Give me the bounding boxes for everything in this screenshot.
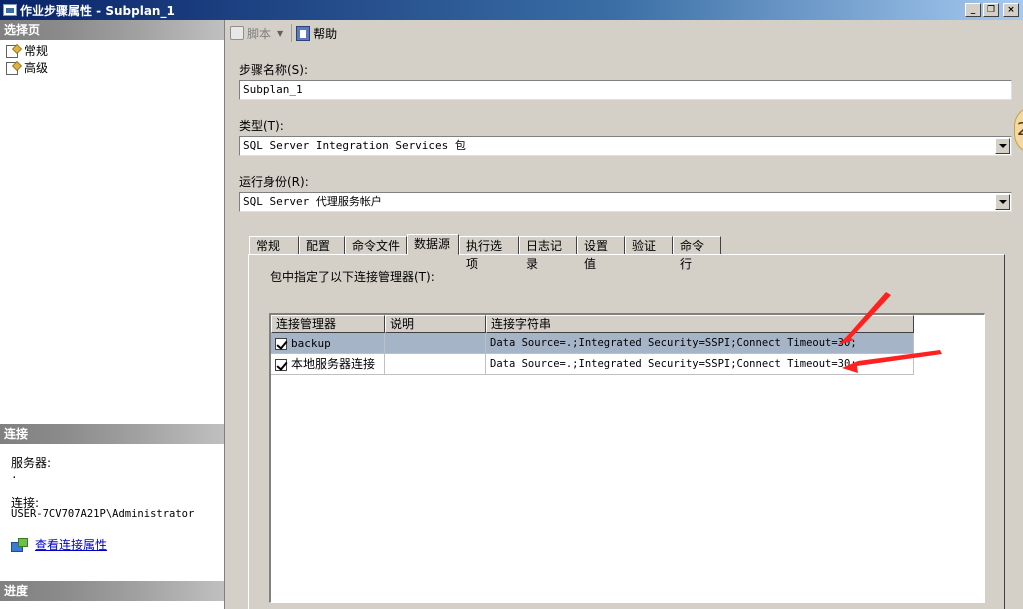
tab-logging[interactable]: 日志记录 [519, 236, 577, 271]
view-connection-link[interactable]: 查看连接属性 [35, 536, 107, 553]
tab-execution-options[interactable]: 执行选项 [459, 236, 519, 271]
edge-badge: 2 [1014, 106, 1023, 154]
tab-verification[interactable]: 验证 [625, 236, 673, 255]
type-select[interactable]: SQL Server Integration Services 包 [239, 136, 1012, 156]
description-cell[interactable] [385, 354, 486, 375]
select-page-header: 选择页 [0, 20, 224, 40]
tab-general[interactable]: 常规 [249, 236, 299, 255]
page-icon [6, 61, 20, 75]
view-connection-properties[interactable]: 查看连接属性 [11, 536, 107, 553]
connection-managers-label: 包中指定了以下连接管理器(T): [270, 270, 435, 284]
help-icon [296, 25, 311, 41]
run-as-select[interactable]: SQL Server 代理服务帐户 [239, 192, 1012, 212]
run-as-select-value: SQL Server 代理服务帐户 [243, 195, 382, 208]
row-checkbox[interactable] [275, 358, 287, 371]
column-header-connection-manager[interactable]: 连接管理器 [271, 315, 385, 333]
page-icon [6, 44, 20, 58]
tab-set-values[interactable]: 设置值 [577, 236, 625, 271]
tab-configuration[interactable]: 配置 [299, 236, 345, 255]
server-value: . [11, 468, 18, 481]
tab-command-line[interactable]: 命令行 [673, 236, 721, 271]
connection-managers-grid[interactable]: 连接管理器 说明 连接字符串 backup Data Source=.;Inte… [269, 313, 985, 603]
type-dropdown-icon[interactable] [995, 138, 1010, 154]
app-icon [3, 4, 17, 16]
run-as-dropdown-icon[interactable] [995, 194, 1010, 210]
toolbar: 脚本 ▼ 帮助 [226, 20, 1023, 46]
window-controls: _ ❐ × [965, 3, 1019, 17]
table-row[interactable]: backup Data Source=.;Integrated Security… [271, 333, 914, 354]
tab-data-sources[interactable]: 数据源 [407, 234, 459, 255]
data-sources-panel: 包中指定了以下连接管理器(T): 连接管理器 说明 连接字符串 backup D… [248, 254, 1005, 609]
help-button[interactable]: 帮助 [296, 25, 337, 42]
type-label: 类型(T): [239, 119, 284, 133]
script-button[interactable]: 脚本 [230, 25, 271, 42]
column-header-description[interactable]: 说明 [385, 315, 486, 333]
row-checkbox[interactable] [275, 337, 287, 350]
help-label: 帮助 [313, 26, 338, 41]
title-bar: 作业步骤属性 - Subplan_1 _ ❐ × [0, 0, 1023, 20]
right-panel: 脚本 ▼ 帮助 步骤名称(S): Subplan_1 类型(T): SQL Se… [226, 20, 1023, 609]
connection-manager-cell: 本地服务器连接 [271, 354, 385, 375]
page-item-label: 高级 [24, 60, 49, 75]
type-select-value: SQL Server Integration Services 包 [243, 139, 466, 152]
connection-string-cell[interactable]: Data Source=.;Integrated Security=SSPI;C… [486, 333, 914, 354]
close-button[interactable]: × [1003, 3, 1019, 17]
grid-header: 连接管理器 说明 连接字符串 [271, 315, 914, 333]
left-panel: 选择页 常规 高级 连接 服务器: . 连接: USER-7CV707A21P\… [0, 20, 225, 609]
progress-header: 进度 [0, 581, 224, 601]
run-as-label: 运行身份(R): [239, 175, 309, 189]
connection-string-cell[interactable]: Data Source=.;Integrated Security=SSPI;C… [486, 354, 914, 375]
minimize-button[interactable]: _ [965, 3, 981, 17]
window-title: 作业步骤属性 - Subplan_1 [20, 3, 175, 18]
page-item-label: 常规 [24, 43, 49, 58]
connection-manager-name: backup [291, 337, 331, 350]
page-item-general[interactable]: 常规 [6, 42, 48, 58]
connection-value: USER-7CV707A21P\Administrator [11, 508, 195, 520]
table-row[interactable]: 本地服务器连接 Data Source=.;Integrated Securit… [271, 354, 914, 375]
step-name-input[interactable]: Subplan_1 [239, 80, 1012, 100]
step-name-label: 步骤名称(S): [239, 63, 309, 77]
connection-header: 连接 [0, 424, 224, 444]
connection-manager-name: 本地服务器连接 [291, 357, 376, 371]
description-cell[interactable] [385, 333, 486, 354]
chevron-down-icon[interactable]: ▼ [277, 29, 283, 38]
toolbar-separator [291, 24, 293, 42]
column-header-connection-string[interactable]: 连接字符串 [486, 315, 914, 333]
tab-strip: 常规 配置 命令文件 数据源 执行选项 日志记录 设置值 验证 命令行 [249, 234, 721, 271]
script-icon [230, 26, 244, 40]
page-item-advanced[interactable]: 高级 [6, 59, 48, 75]
connection-manager-cell: backup [271, 333, 385, 354]
restore-button[interactable]: ❐ [983, 3, 999, 17]
script-label: 脚本 [247, 26, 272, 41]
connection-properties-icon [11, 537, 28, 552]
tab-command-files[interactable]: 命令文件 [345, 236, 407, 255]
